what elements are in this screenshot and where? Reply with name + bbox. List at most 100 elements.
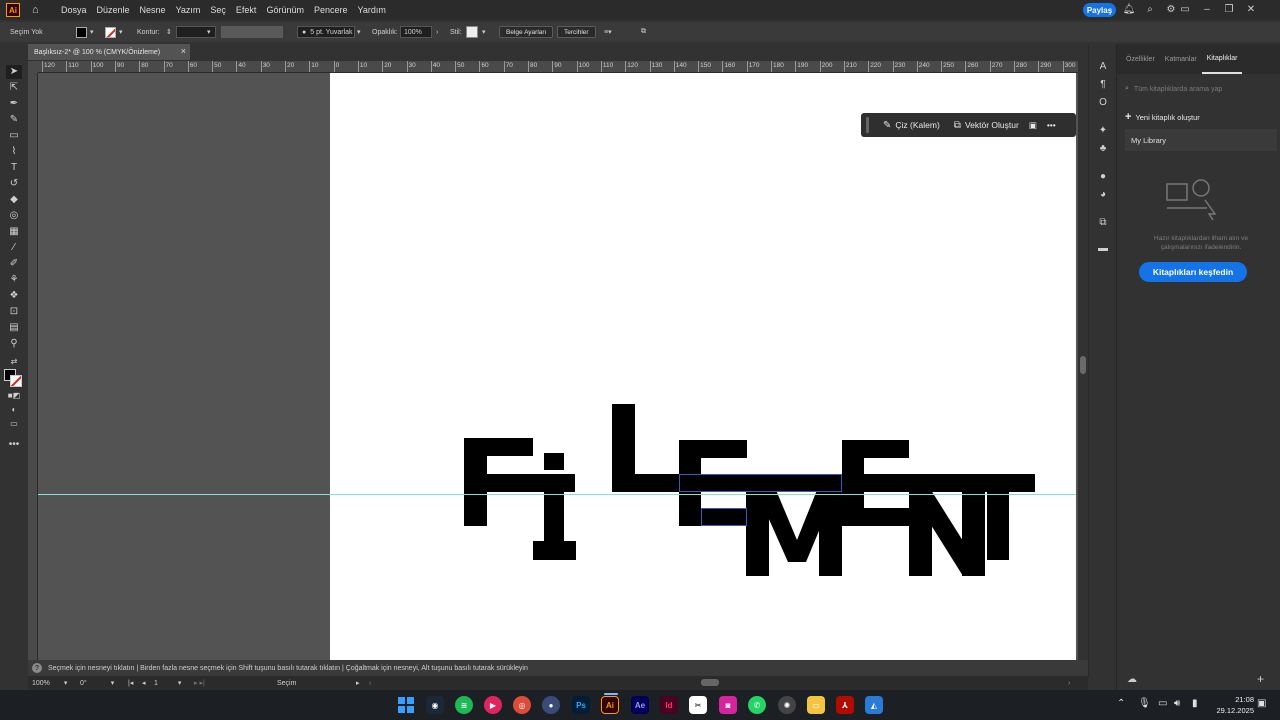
capcut-icon[interactable]: ✂ — [689, 696, 707, 714]
letter-f-top-bar[interactable] — [464, 438, 533, 456]
notifications-icon[interactable]: ▣ — [1257, 698, 1266, 709]
display-icon[interactable]: ▭ — [1158, 698, 1167, 709]
menu-window[interactable]: Pencere — [309, 5, 353, 15]
letter-i-dot[interactable] — [544, 453, 564, 470]
battery-icon[interactable]: ▮ — [1192, 698, 1198, 709]
hscroll-right-icon[interactable]: › — [1068, 678, 1070, 688]
draw-mode-icon[interactable]: ◐ — [6, 403, 22, 417]
letter-e-top[interactable] — [679, 440, 747, 458]
tray-chevron-icon[interactable]: ⌃ — [1117, 698, 1125, 709]
tab-close-icon[interactable]: × — [181, 46, 186, 56]
draw-pen-button[interactable]: ✎ Çiz (Kalem) — [883, 120, 940, 131]
drag-handle-icon[interactable] — [866, 117, 869, 133]
image-options-icon[interactable]: ▣ — [1029, 120, 1037, 131]
fill-swatch[interactable]: ▾ — [76, 26, 94, 38]
menu-object[interactable]: Nesne — [135, 5, 171, 15]
live-paint-tool-icon[interactable]: ✐ — [6, 257, 22, 271]
color-panel-icon[interactable]: ● — [1096, 170, 1110, 184]
pen-tool-icon[interactable]: ✒ — [6, 97, 22, 111]
stroke-weight-stepper[interactable]: ⇕ — [166, 26, 172, 38]
document-tab[interactable]: Başlıksız-2* @ 100 % (CMYK/Önizleme) × — [28, 44, 190, 60]
microphone-icon[interactable]: 🎙︎ — [1138, 698, 1151, 709]
share-button[interactable]: Paylaş — [1083, 3, 1116, 17]
gradient-tool-icon[interactable]: ▦ — [6, 225, 22, 239]
eraser-tool-icon[interactable]: ◆ — [6, 193, 22, 207]
eyedropper-tool-icon[interactable]: ⁄ — [6, 241, 22, 255]
vertical-scrollbar[interactable] — [1078, 61, 1088, 678]
create-vector-button[interactable]: ⧉ Vektör Oluştur — [954, 120, 1019, 131]
artboard-tool-icon[interactable]: ⊡ — [6, 305, 22, 319]
swap-fill-stroke-icon[interactable]: ⇄ — [6, 355, 22, 369]
tab-properties[interactable]: Özellikler — [1121, 44, 1160, 74]
taskbar-clock[interactable]: 21:08 29.12.2025 — [1212, 694, 1254, 716]
rotate-tool-icon[interactable]: ↺ — [6, 177, 22, 191]
paragraph-panel-icon[interactable]: ¶ — [1096, 78, 1110, 92]
letter-m-diagonals[interactable] — [746, 490, 843, 562]
export-icon[interactable]: ⧉ — [641, 26, 646, 38]
illustrator-icon[interactable]: Ai — [601, 696, 619, 714]
menu-effect[interactable]: Efekt — [231, 5, 262, 15]
scrollbar-thumb[interactable] — [1080, 356, 1086, 374]
stroke-weight-field[interactable]: ▾ — [176, 26, 216, 38]
opacity-arrow-icon[interactable]: › — [436, 26, 438, 38]
symbols-panel-icon[interactable]: ♣ — [1096, 142, 1110, 156]
menu-help[interactable]: Yardım — [353, 5, 391, 15]
horizontal-scrollbar-thumb[interactable] — [701, 679, 719, 686]
rectangle-tool-icon[interactable]: ▭ — [6, 129, 22, 143]
letter-e2-top[interactable] — [842, 440, 909, 458]
arrange-documents-icon[interactable]: ▭ — [1178, 3, 1192, 17]
instagram-icon[interactable]: ◙ — [719, 696, 737, 714]
brush-definition[interactable]: ● 5 pt. Yuvarlak — [297, 26, 355, 38]
image-viewer-icon[interactable]: ◭ — [865, 696, 883, 714]
letter-n-diagonal[interactable] — [909, 490, 985, 576]
symbol-sprayer-tool-icon[interactable]: ❖ — [6, 289, 22, 303]
brush-dropdown-icon[interactable]: ▾ — [357, 26, 361, 38]
paintbrush-tool-icon[interactable]: ⌇ — [6, 145, 22, 159]
menu-edit[interactable]: Düzenle — [92, 5, 135, 15]
zoom-tool-icon[interactable]: ⚲ — [6, 337, 22, 351]
tab-layers[interactable]: Katmanlar — [1160, 44, 1202, 74]
direct-selection-tool-icon[interactable]: ⇱ — [6, 81, 22, 95]
stroke-color-icon[interactable] — [10, 375, 22, 387]
media-player-icon[interactable]: ▶ — [484, 696, 502, 714]
library-item[interactable]: My Library — [1125, 129, 1277, 151]
letter-i-base[interactable] — [533, 541, 576, 560]
preferences-button[interactable]: Tercihler — [557, 26, 596, 38]
character-panel-icon[interactable]: A — [1096, 60, 1110, 74]
artboard-next-icon[interactable]: ▸ ▸| — [194, 678, 205, 688]
selection-tool-icon[interactable]: ➤ — [6, 65, 22, 79]
status-mode[interactable]: Seçim — [277, 678, 296, 688]
file-explorer-icon[interactable]: ▭ — [807, 696, 825, 714]
indesign-icon[interactable]: Id — [660, 696, 678, 714]
hscroll-left-icon[interactable]: ‹ — [369, 678, 371, 688]
cloud-icon[interactable]: ☁ — [1127, 674, 1137, 685]
tab-libraries[interactable]: Kitaplıklar — [1201, 44, 1243, 74]
status-arrow-icon[interactable]: ▸ — [356, 678, 360, 688]
artboard-first-icon[interactable]: |◂ — [128, 678, 133, 688]
spotify-icon[interactable]: ≋ — [455, 696, 473, 714]
type-tool-icon[interactable]: T — [6, 161, 22, 175]
opentype-panel-icon[interactable]: O — [1096, 96, 1110, 110]
color-mode-icon[interactable]: ■◩ — [6, 389, 22, 403]
comments-panel-icon[interactable]: ▬ — [1096, 242, 1110, 256]
graph-tool-icon[interactable]: ▤ — [6, 321, 22, 335]
screen-mode-icon[interactable]: ▭ — [6, 417, 22, 431]
style-swatch[interactable]: ▾ — [466, 26, 486, 38]
letter-e2-bottom[interactable] — [842, 508, 909, 526]
menu-view[interactable]: Görünüm — [261, 5, 309, 15]
opacity-field[interactable]: 100% — [400, 26, 432, 38]
layers-panel-icon[interactable]: ⧉ — [1096, 216, 1110, 230]
variable-width-profile[interactable] — [221, 26, 283, 38]
whatsapp-icon[interactable]: ✆ — [748, 696, 766, 714]
windows-start-icon[interactable] — [397, 696, 415, 714]
after-effects-icon[interactable]: Ae — [631, 696, 649, 714]
artboard-prev-icon[interactable]: ◂ — [142, 678, 146, 688]
brushes-panel-icon[interactable]: ✦ — [1096, 124, 1110, 138]
puppet-warp-tool-icon[interactable]: ⚘ — [6, 273, 22, 287]
minimize-icon[interactable]: – — [1200, 3, 1214, 17]
more-options-icon[interactable]: ••• — [1047, 120, 1056, 130]
library-search[interactable]: ⌕ Tüm kitaplıklarda arama yap — [1125, 82, 1273, 96]
document-settings-button[interactable]: Belge Ayarları — [499, 26, 554, 38]
horizontal-ruler[interactable]: 120 110 100 90 80 70 60 50 40 30 20 10 0 10 20 30 40 50 60… — [38, 61, 1078, 73]
align-icon[interactable]: ≡▾ — [604, 26, 612, 38]
